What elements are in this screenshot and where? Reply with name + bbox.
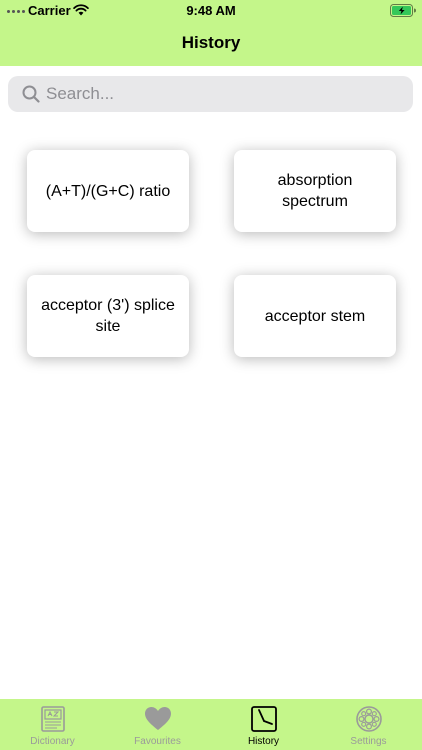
tab-bar: Dictionary Favourites History Settings	[0, 699, 422, 750]
tab-favourites[interactable]: Favourites	[105, 699, 210, 750]
history-item-label: absorption spectrum	[277, 172, 353, 210]
search-icon	[22, 85, 40, 103]
history-item-card[interactable]: absorption spectrum	[234, 150, 396, 232]
page-title: History	[181, 33, 241, 52]
tab-label: Settings	[350, 736, 387, 747]
search-bar[interactable]	[8, 76, 413, 112]
battery-charging-icon	[390, 4, 416, 17]
dictionary-icon	[40, 706, 65, 732]
search-input[interactable]	[46, 76, 401, 112]
history-item-card[interactable]: acceptor stem	[234, 275, 396, 357]
status-bar: Carrier 9:48 AM	[0, 0, 422, 22]
tab-label: History	[247, 736, 280, 747]
tab-label: Favourites	[134, 736, 181, 747]
heart-icon	[144, 707, 171, 730]
tab-dictionary[interactable]: Dictionary	[0, 699, 105, 750]
history-item-label: acceptor stem	[264, 307, 366, 325]
history-clock-icon	[250, 706, 277, 732]
history-item-card[interactable]: (A+T)/(G+C) ratio	[27, 150, 189, 232]
history-item-label: acceptor (3') splice site	[41, 297, 175, 335]
history-item-label: (A+T)/(G+C) ratio	[45, 182, 171, 200]
navigation-header: Carrier 9:48 AM History	[0, 0, 422, 66]
tab-history[interactable]: History	[211, 699, 316, 750]
status-time: 9:48 AM	[186, 3, 236, 18]
settings-icon	[355, 706, 382, 732]
history-item-card[interactable]: acceptor (3') splice site	[27, 275, 189, 357]
tab-label: Dictionary	[30, 736, 75, 747]
tab-settings[interactable]: Settings	[316, 699, 421, 750]
